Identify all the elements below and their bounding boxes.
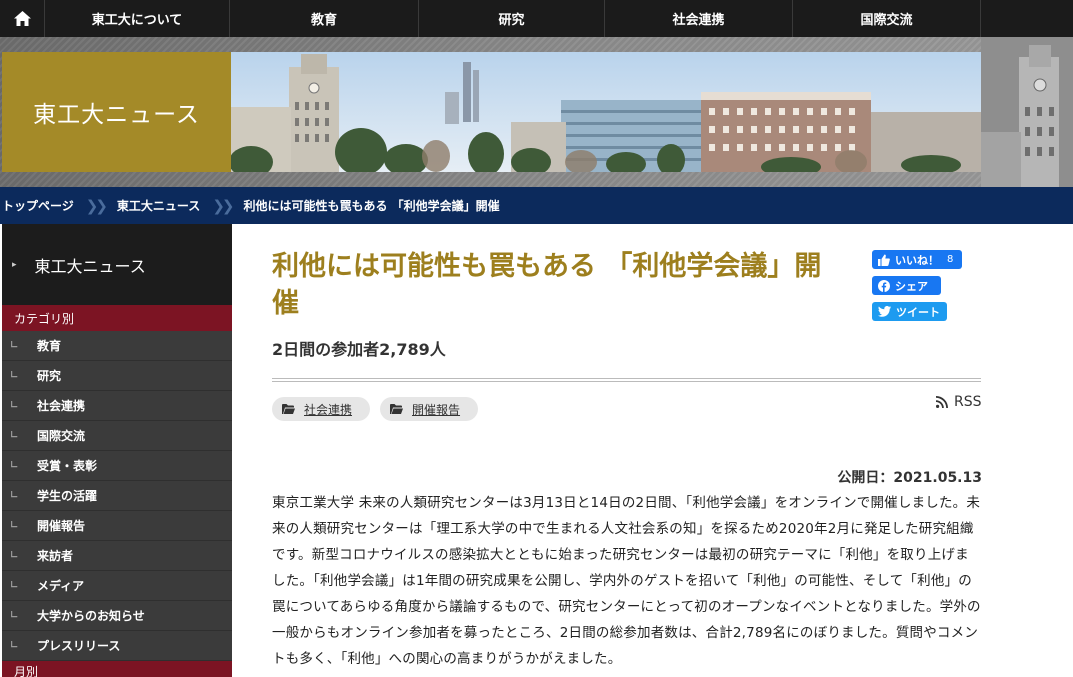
sidebar-item-label: 学生の活躍 — [37, 489, 98, 503]
category-heading: カテゴリ別 — [2, 305, 232, 331]
article-title: 利他には可能性も罠もある 「利他学会議」開催 — [272, 251, 822, 319]
sidebar-item-media[interactable]: ∟ メディア — [2, 571, 232, 601]
twitter-icon — [878, 306, 891, 317]
campus-photo — [231, 52, 981, 172]
folder-icon — [390, 404, 404, 414]
sidebar-item-international[interactable]: ∟ 国際交流 — [2, 421, 232, 451]
sidebar-item-label: 研究 — [37, 369, 62, 383]
month-heading: 月別 — [2, 661, 232, 677]
thumbs-up-icon — [878, 254, 890, 266]
sub-item-icon: ∟ — [10, 610, 19, 621]
nav-filler — [981, 0, 1073, 37]
sidebar-title: 東工大ニュース — [34, 256, 146, 276]
breadcrumb-separator-icon: ❯❯ — [85, 196, 108, 215]
breadcrumb: トップページ ❯❯ 東工大ニュース ❯❯ 利他には可能性も罠もある 「利他学会議… — [0, 187, 1073, 224]
like-count: 8 — [947, 254, 954, 265]
tag-social-collaboration[interactable]: 社会連携 — [272, 397, 371, 421]
banner-title: 東工大ニュース — [33, 102, 200, 128]
breadcrumb-current: 利他には可能性も罠もある 「利他学会議」開催 — [243, 199, 500, 213]
sub-item-icon: ∟ — [10, 520, 19, 531]
sidebar-item-event-reports[interactable]: ∟ 開催報告 — [2, 511, 232, 541]
caret-right-icon: ▸ — [12, 259, 17, 270]
sidebar-item-label: メディア — [37, 579, 85, 593]
sidebar-title-link[interactable]: ▸ 東工大ニュース — [2, 224, 232, 305]
sidebar-item-announcements[interactable]: ∟ 大学からのお知らせ — [2, 601, 232, 631]
sub-item-icon: ∟ — [10, 640, 19, 651]
like-label: いいね！ — [895, 253, 939, 267]
facebook-like-button[interactable]: いいね！ 8 — [872, 250, 962, 269]
sub-item-icon: ∟ — [10, 430, 19, 441]
social-buttons: いいね！ 8 シェア ツイート — [872, 250, 962, 328]
sidebar-item-education[interactable]: ∟ 教育 — [2, 331, 232, 361]
sidebar-item-label: 大学からのお知らせ — [37, 609, 145, 623]
sidebar-item-visitors[interactable]: ∟ 来訪者 — [2, 541, 232, 571]
nav-education[interactable]: 教育 — [230, 0, 419, 37]
sidebar-item-research[interactable]: ∟ 研究 — [2, 361, 232, 391]
rss-link[interactable]: RSS — [936, 394, 982, 410]
title-divider — [272, 378, 981, 382]
tag-label: 開催報告 — [412, 402, 461, 417]
facebook-share-button[interactable]: シェア — [872, 276, 941, 295]
sidebar-item-social[interactable]: ∟ 社会連携 — [2, 391, 232, 421]
nav-social-collaboration[interactable]: 社会連携 — [605, 0, 793, 37]
banner-tower-image — [981, 37, 1073, 187]
nav-about[interactable]: 東工大について — [45, 0, 230, 37]
sidebar-item-label: 教育 — [37, 339, 62, 353]
tag-event-reports[interactable]: 開催報告 — [380, 397, 479, 421]
sub-item-icon: ∟ — [10, 340, 19, 351]
sidebar-item-press-releases[interactable]: ∟ プレスリリース — [2, 631, 232, 661]
sidebar-item-label: 受賞・表彰 — [37, 459, 98, 473]
home-button[interactable] — [0, 0, 45, 37]
folder-icon — [282, 404, 295, 414]
facebook-icon — [878, 279, 890, 292]
sub-item-icon: ∟ — [10, 400, 19, 411]
nav-research[interactable]: 研究 — [419, 0, 605, 37]
sidebar-item-students[interactable]: ∟ 学生の活躍 — [2, 481, 232, 511]
published-date: 公開日：2021.05.13 — [837, 470, 982, 486]
sub-item-icon: ∟ — [10, 550, 19, 561]
breadcrumb-news[interactable]: 東工大ニュース — [117, 197, 200, 214]
top-navigation: 東工大について 教育 研究 社会連携 国際交流 — [0, 0, 1073, 37]
sub-item-icon: ∟ — [10, 370, 19, 381]
tweet-label: ツイート — [896, 305, 940, 319]
article-body: 東京工業大学 未来の人類研究センターは3月13日と14日の2日間、「利他学会議」… — [272, 495, 981, 667]
sidebar: ▸ 東工大ニュース カテゴリ別 ∟ 教育 ∟ 研究 ∟ 社会連携 ∟ 国際交流 ∟ 受賞・… — [2, 224, 232, 677]
breadcrumb-home[interactable]: トップページ — [2, 197, 74, 214]
sidebar-item-label: 社会連携 — [37, 399, 86, 413]
rss-label: RSS — [954, 394, 982, 410]
breadcrumb-separator-icon: ❯❯ — [212, 196, 234, 215]
banner-title-box: 東工大ニュース — [2, 52, 231, 172]
tag-list: 社会連携 開催報告 — [272, 397, 479, 421]
article-subtitle: 2日間の参加者2,789人 — [272, 340, 446, 359]
sidebar-item-label: プレスリリース — [37, 639, 121, 653]
home-icon — [13, 11, 31, 26]
sidebar-item-label: 来訪者 — [37, 549, 74, 563]
tag-label: 社会連携 — [304, 402, 353, 417]
sidebar-item-label: 国際交流 — [37, 429, 86, 443]
sidebar-item-label: 開催報告 — [37, 519, 86, 533]
sub-item-icon: ∟ — [10, 580, 19, 591]
nav-international[interactable]: 国際交流 — [793, 0, 981, 37]
rss-icon — [936, 396, 948, 408]
share-label: シェア — [895, 279, 928, 293]
tweet-button[interactable]: ツイート — [872, 302, 947, 321]
sidebar-item-awards[interactable]: ∟ 受賞・表彰 — [2, 451, 232, 481]
sub-item-icon: ∟ — [10, 460, 19, 471]
sub-item-icon: ∟ — [10, 490, 19, 501]
